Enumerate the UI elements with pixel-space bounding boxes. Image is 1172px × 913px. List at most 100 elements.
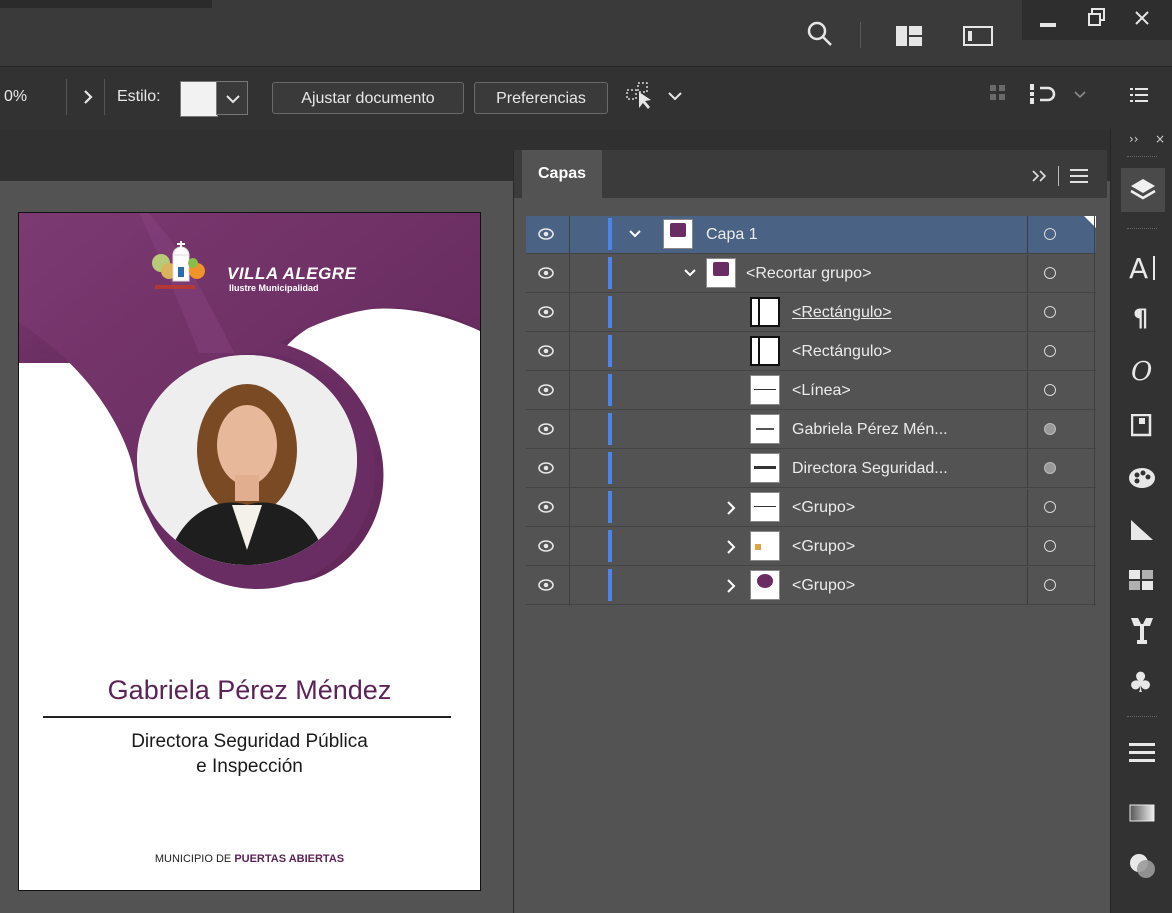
minimize-icon[interactable] bbox=[1040, 23, 1056, 27]
visibility-eye-icon[interactable] bbox=[538, 344, 554, 358]
control-options-bar: 0% Estilo: Ajustar documento Preferencia… bbox=[0, 66, 1172, 130]
layer-row-linea[interactable]: <Línea> bbox=[526, 372, 1096, 410]
person-portrait-image bbox=[137, 355, 357, 565]
collapse-dock-icon[interactable]: ›› × bbox=[1111, 132, 1172, 146]
close-icon[interactable] bbox=[1134, 10, 1150, 26]
color-palette-icon[interactable] bbox=[1128, 466, 1156, 490]
visibility-eye-icon[interactable] bbox=[538, 266, 554, 280]
visibility-eye-icon[interactable] bbox=[538, 500, 554, 514]
layer-name[interactable]: Gabriela Pérez Mén... bbox=[792, 411, 948, 449]
layer-row-directora-text[interactable]: Directora Seguridad... bbox=[526, 450, 1096, 488]
panel-menu-icon[interactable] bbox=[1130, 87, 1148, 103]
target-circle-icon[interactable] bbox=[1044, 423, 1056, 435]
chevron-down-icon[interactable] bbox=[1074, 91, 1086, 99]
stroke-lines-icon[interactable] bbox=[1129, 742, 1155, 764]
search-icon[interactable] bbox=[806, 20, 834, 48]
visibility-eye-icon[interactable] bbox=[538, 539, 554, 553]
layers-icon bbox=[1130, 179, 1156, 200]
chevron-down-icon[interactable] bbox=[684, 268, 696, 278]
artboard-select-icon[interactable] bbox=[626, 82, 656, 110]
layer-name[interactable]: <Grupo> bbox=[792, 567, 855, 605]
layer-color-bar bbox=[608, 218, 612, 250]
layer-row-capa-1[interactable]: Capa 1 bbox=[526, 216, 1096, 254]
brushes-icon[interactable] bbox=[1129, 616, 1155, 646]
swatches-icon[interactable] bbox=[1129, 570, 1155, 592]
target-circle-icon[interactable] bbox=[1044, 345, 1056, 357]
visibility-eye-icon[interactable] bbox=[538, 422, 554, 436]
target-circle-icon[interactable] bbox=[1044, 501, 1056, 513]
grid-dots-icon bbox=[990, 85, 1005, 100]
gradient-triangle-icon[interactable] bbox=[1129, 518, 1155, 542]
target-circle-icon[interactable] bbox=[1044, 267, 1056, 279]
preferencias-button[interactable]: Preferencias bbox=[474, 82, 608, 114]
layers-dock-button[interactable] bbox=[1121, 168, 1165, 212]
align-icon[interactable] bbox=[1030, 84, 1064, 104]
layer-name[interactable]: <Línea> bbox=[792, 372, 851, 410]
layer-thumbnail bbox=[750, 492, 780, 522]
dock-grip[interactable] bbox=[1127, 228, 1157, 233]
layer-row-rectangulo-clip[interactable]: <Rectángulo> bbox=[526, 294, 1096, 332]
double-chevron-icon[interactable] bbox=[1032, 170, 1048, 182]
chevron-down-icon[interactable] bbox=[668, 91, 682, 101]
target-circle-icon[interactable] bbox=[1044, 228, 1056, 240]
arrange-documents-icon[interactable] bbox=[896, 26, 922, 46]
layer-name[interactable]: Directora Seguridad... bbox=[792, 450, 948, 488]
footer-bold: PUERTAS ABIERTAS bbox=[234, 853, 345, 865]
dock-grip[interactable] bbox=[1127, 156, 1157, 161]
column-separator bbox=[1027, 411, 1028, 449]
layer-name[interactable]: <Grupo> bbox=[792, 528, 855, 566]
glyphs-icon[interactable] bbox=[1131, 414, 1153, 438]
target-circle-icon[interactable] bbox=[1044, 384, 1056, 396]
layer-row-grupo-1[interactable]: <Grupo> bbox=[526, 489, 1096, 527]
layer-color-bar bbox=[608, 296, 612, 328]
layer-row-gabriela-text[interactable]: Gabriela Pérez Mén... bbox=[526, 411, 1096, 449]
target-circle-icon[interactable] bbox=[1044, 306, 1056, 318]
column-separator bbox=[1027, 216, 1028, 254]
layer-row-rectangulo[interactable]: <Rectángulo> bbox=[526, 333, 1096, 371]
visibility-eye-icon[interactable] bbox=[538, 578, 554, 592]
layer-name[interactable]: <Rectángulo> bbox=[792, 333, 892, 371]
layer-row-grupo-2[interactable]: <Grupo> bbox=[526, 528, 1096, 566]
target-circle-icon[interactable] bbox=[1044, 579, 1056, 591]
layer-color-bar bbox=[608, 491, 612, 523]
layer-color-bar bbox=[608, 257, 612, 289]
svg-text:A: A bbox=[1129, 252, 1148, 282]
layer-row-recortar-grupo[interactable]: <Recortar grupo> bbox=[526, 255, 1096, 293]
target-circle-icon[interactable] bbox=[1044, 462, 1056, 474]
visibility-eye-icon[interactable] bbox=[538, 227, 554, 241]
opentype-icon[interactable]: O bbox=[1131, 356, 1153, 384]
church-logo-icon bbox=[152, 241, 205, 289]
dock-grip[interactable] bbox=[1127, 716, 1157, 721]
chevron-right-icon[interactable] bbox=[82, 89, 94, 105]
chevron-right-icon[interactable] bbox=[726, 579, 736, 593]
style-swatch[interactable] bbox=[180, 81, 218, 117]
restore-icon[interactable] bbox=[1088, 8, 1106, 26]
panel-menu-icon[interactable] bbox=[1070, 169, 1088, 183]
chevron-right-icon[interactable] bbox=[726, 540, 736, 554]
chevron-down-icon[interactable] bbox=[629, 229, 641, 239]
style-dropdown[interactable] bbox=[216, 81, 248, 115]
visibility-eye-icon[interactable] bbox=[538, 461, 554, 475]
transparency-icon[interactable] bbox=[1129, 852, 1157, 880]
chevron-right-icon[interactable] bbox=[726, 501, 736, 515]
tab-capas[interactable]: Capas bbox=[522, 150, 602, 198]
layer-name[interactable]: <Recortar grupo> bbox=[746, 255, 871, 293]
visibility-eye-icon[interactable] bbox=[538, 305, 554, 319]
symbols-club-icon[interactable]: ♣ bbox=[1128, 668, 1156, 696]
layer-name[interactable]: <Rectángulo> bbox=[792, 294, 892, 332]
ajustar-documento-button[interactable]: Ajustar documento bbox=[272, 82, 464, 114]
target-circle-icon[interactable] bbox=[1044, 540, 1056, 552]
layer-row-grupo-3[interactable]: <Grupo> bbox=[526, 567, 1096, 605]
portrait-photo bbox=[137, 355, 357, 565]
layer-name[interactable]: Capa 1 bbox=[706, 216, 758, 254]
paragraph-icon[interactable]: ¶ bbox=[1133, 304, 1155, 330]
artboard[interactable]: VILLA ALEGRE Ilustre Municipalidad Gabri… bbox=[18, 212, 481, 891]
character-icon[interactable]: A bbox=[1129, 252, 1157, 282]
chevron-down-icon bbox=[226, 95, 240, 104]
gradient-panel-icon[interactable] bbox=[1129, 804, 1155, 822]
layer-name[interactable]: <Grupo> bbox=[792, 489, 855, 527]
workspace-icon[interactable] bbox=[963, 26, 993, 46]
visibility-eye-icon[interactable] bbox=[538, 383, 554, 397]
list-right-border bbox=[1094, 216, 1095, 606]
column-separator bbox=[1027, 255, 1028, 293]
